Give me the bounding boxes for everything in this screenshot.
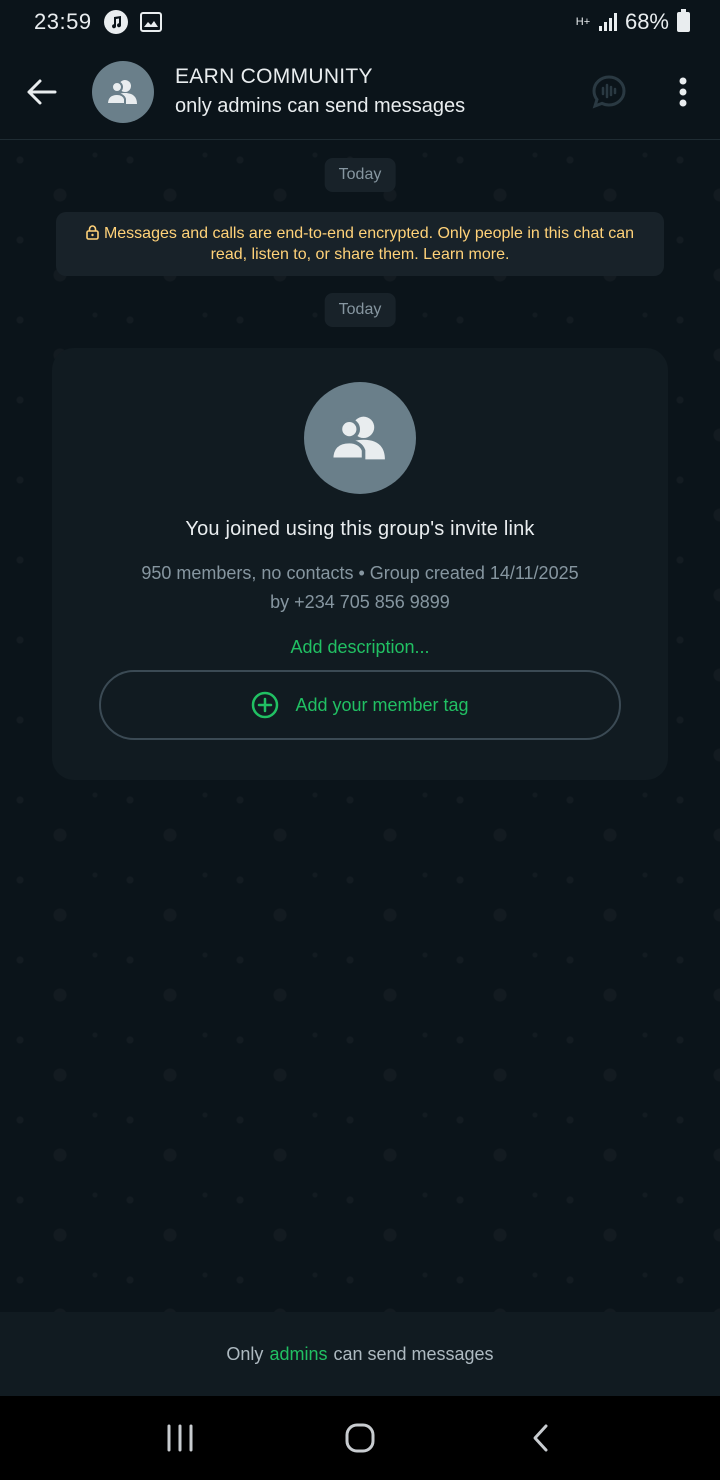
header-text[interactable]: EARN COMMUNITY only admins can send mess… [175, 65, 465, 118]
admins-link[interactable]: admins [269, 1344, 327, 1365]
status-time: 23:59 [34, 9, 92, 34]
lock-icon [86, 225, 99, 240]
system-nav-bar [0, 1396, 720, 1480]
chevron-left-icon [533, 1424, 548, 1452]
group-icon [329, 416, 385, 462]
chat-header: EARN COMMUNITY only admins can send mess… [0, 44, 720, 140]
voice-chat-button[interactable] [572, 44, 646, 140]
group-name: EARN COMMUNITY [175, 65, 373, 88]
admins-only-prefix: Only [226, 1343, 264, 1364]
image-icon [139, 12, 162, 32]
date-chip: Today [324, 158, 396, 192]
add-member-tag-button[interactable]: Add your member tag [99, 670, 621, 740]
group-avatar-large[interactable] [304, 382, 416, 494]
card-meta-line: 950 members, no contacts • Group created… [141, 563, 579, 583]
battery-percent: 68% [624, 9, 669, 34]
add-description-link[interactable]: Add description... [290, 637, 429, 658]
back-nav-button[interactable] [500, 1396, 580, 1480]
date-chip: Today [324, 293, 396, 327]
group-subtitle: only admins can send messages [175, 95, 466, 117]
group-avatar[interactable] [92, 60, 154, 123]
admins-only-notice: Only admins can send messages [0, 1312, 720, 1396]
music-icon [103, 10, 128, 34]
status-bar: 23:59 H+ 68% [0, 0, 720, 44]
home-icon [345, 1423, 375, 1453]
group-icon [105, 79, 137, 105]
encryption-notice[interactable]: Messages and calls are end-to-end encryp… [56, 212, 664, 276]
more-options-icon [679, 77, 687, 106]
recent-apps-icon [167, 1424, 193, 1452]
arrow-left-icon [27, 79, 57, 104]
home-button[interactable] [320, 1396, 400, 1480]
battery-icon [677, 9, 690, 32]
card-meta: 950 members, no contacts • Group created… [141, 559, 578, 617]
signal-icon [598, 13, 617, 31]
encryption-notice-text: Messages and calls are end-to-end encryp… [103, 225, 635, 263]
group-info-card: You joined using this group's invite lin… [52, 348, 668, 780]
back-button[interactable] [0, 44, 84, 140]
voice-chat-icon [592, 74, 626, 108]
more-options-button[interactable] [646, 44, 720, 140]
add-member-tag-label: Add your member tag [295, 694, 469, 715]
plus-circle-icon [252, 691, 279, 719]
card-title: You joined using this group's invite lin… [185, 518, 535, 540]
network-type-label: H+ [575, 16, 591, 28]
chat-area[interactable]: Today Messages and calls are end-to-end … [0, 140, 720, 1312]
admins-only-suffix: can send messages [333, 1343, 494, 1364]
recent-apps-button[interactable] [140, 1396, 220, 1480]
card-meta-line: by +234 705 856 9899 [270, 592, 450, 612]
